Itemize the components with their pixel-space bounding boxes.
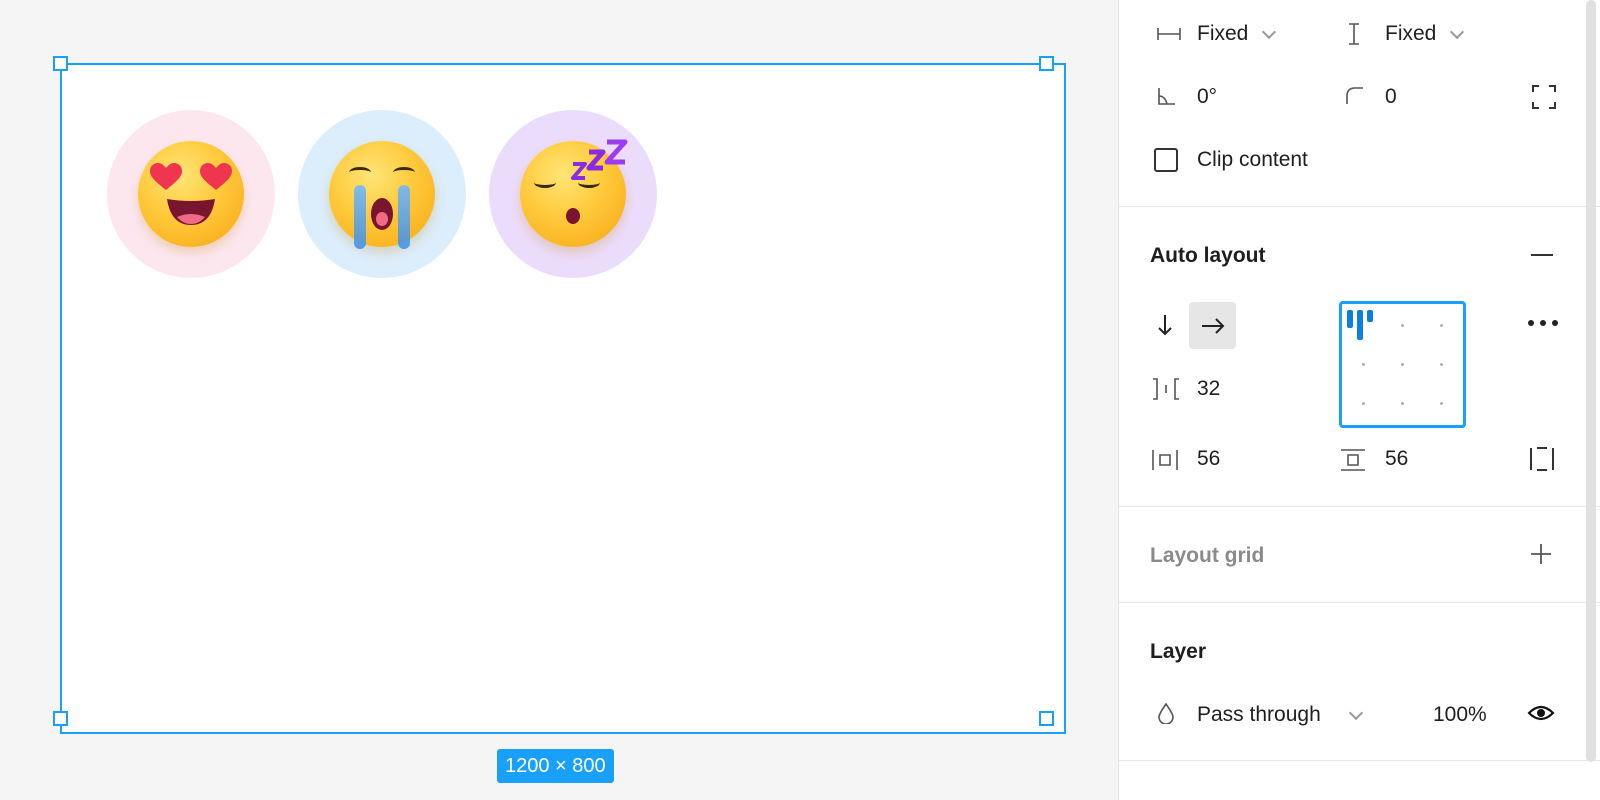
individual-padding-icon[interactable]	[1529, 446, 1555, 472]
opacity-input[interactable]: 100%	[1433, 703, 1487, 727]
align-dot[interactable]	[1440, 324, 1443, 327]
width-icon	[1157, 28, 1181, 40]
chevron-down-icon[interactable]	[1449, 24, 1465, 40]
resize-handle-bottom-left[interactable]	[53, 711, 68, 726]
eye-icon	[393, 167, 415, 178]
add-layout-grid-icon[interactable]	[1529, 542, 1553, 566]
section-divider	[1119, 760, 1600, 761]
align-dot[interactable]	[1440, 363, 1443, 366]
width-mode-dropdown[interactable]: Fixed	[1197, 22, 1248, 46]
section-divider	[1119, 506, 1600, 507]
emoji-heart-eyes-circle[interactable]	[107, 110, 275, 278]
corner-radius-icon	[1346, 87, 1363, 104]
align-dot[interactable]	[1401, 363, 1404, 366]
clip-content-checkbox[interactable]	[1154, 148, 1178, 172]
eye-icon	[349, 167, 371, 178]
layout-grid-title: Layout grid	[1150, 544, 1265, 567]
independent-corners-icon[interactable]	[1531, 84, 1557, 110]
blend-mode-dropdown[interactable]: Pass through	[1197, 703, 1321, 727]
emoji-crying-circle[interactable]	[298, 110, 466, 278]
rotation-icon	[1158, 88, 1175, 105]
heart-icon	[200, 163, 232, 190]
align-dot[interactable]	[1362, 363, 1365, 366]
vertical-direction-icon[interactable]	[1157, 313, 1173, 337]
emoji-sleeping-circle[interactable]	[489, 110, 657, 278]
corner-radius-input[interactable]: 0	[1385, 85, 1397, 109]
open-mouth-icon	[167, 199, 215, 225]
visibility-eye-icon[interactable]	[1527, 703, 1555, 723]
chevron-down-icon[interactable]	[1348, 705, 1364, 721]
horizontal-direction-icon	[1202, 318, 1225, 334]
align-dot[interactable]	[1401, 402, 1404, 405]
crying-emoji-icon	[329, 141, 435, 249]
align-top-left-bar	[1347, 310, 1353, 328]
resize-handle-top-left[interactable]	[53, 56, 68, 71]
tear-icon	[354, 185, 366, 249]
chevron-down-icon[interactable]	[1261, 24, 1277, 40]
selected-frame[interactable]	[60, 63, 1066, 734]
design-canvas[interactable]: 1200 × 800	[0, 0, 1118, 800]
horizontal-padding-input[interactable]: 56	[1197, 447, 1220, 471]
heart-icon	[150, 163, 182, 190]
vertical-padding-icon	[1341, 449, 1365, 471]
resize-handle-top-right[interactable]	[1039, 56, 1054, 71]
align-top-left-bar	[1367, 310, 1373, 322]
panel-scrollbar[interactable]	[1586, 0, 1596, 762]
tear-icon	[398, 185, 410, 249]
spacing-between-icon	[1153, 378, 1179, 400]
blend-mode-drop-icon	[1158, 702, 1174, 724]
align-top-left-bar	[1357, 310, 1363, 340]
vertical-padding-input[interactable]: 56	[1385, 447, 1408, 471]
remove-auto-layout-icon[interactable]	[1531, 254, 1553, 256]
height-mode-dropdown[interactable]: Fixed	[1385, 22, 1436, 46]
align-dot[interactable]	[1401, 324, 1404, 327]
height-icon	[1349, 23, 1359, 45]
more-options-icon[interactable]	[1527, 317, 1559, 329]
section-divider	[1119, 206, 1600, 207]
horizontal-padding-icon	[1152, 450, 1178, 470]
alignment-grid[interactable]	[1339, 301, 1466, 428]
zzz-icon	[571, 139, 628, 180]
mouth-icon	[566, 208, 580, 224]
mouth-icon	[371, 198, 393, 230]
frame-size-badge: 1200 × 800	[497, 749, 614, 783]
clip-content-label: Clip content	[1197, 148, 1308, 171]
layer-title: Layer	[1150, 640, 1207, 663]
align-dot[interactable]	[1362, 402, 1365, 405]
section-divider	[1119, 602, 1600, 603]
spacing-input[interactable]: 32	[1197, 377, 1220, 401]
horizontal-direction-button[interactable]	[1189, 302, 1236, 349]
auto-layout-title: Auto layout	[1150, 244, 1266, 267]
closed-eye-icon	[534, 177, 556, 188]
resize-handle-bottom-right[interactable]	[1039, 711, 1054, 726]
heart-eyes-emoji-icon	[138, 141, 244, 247]
align-dot[interactable]	[1440, 402, 1443, 405]
rotation-input[interactable]: 0°	[1197, 85, 1217, 109]
